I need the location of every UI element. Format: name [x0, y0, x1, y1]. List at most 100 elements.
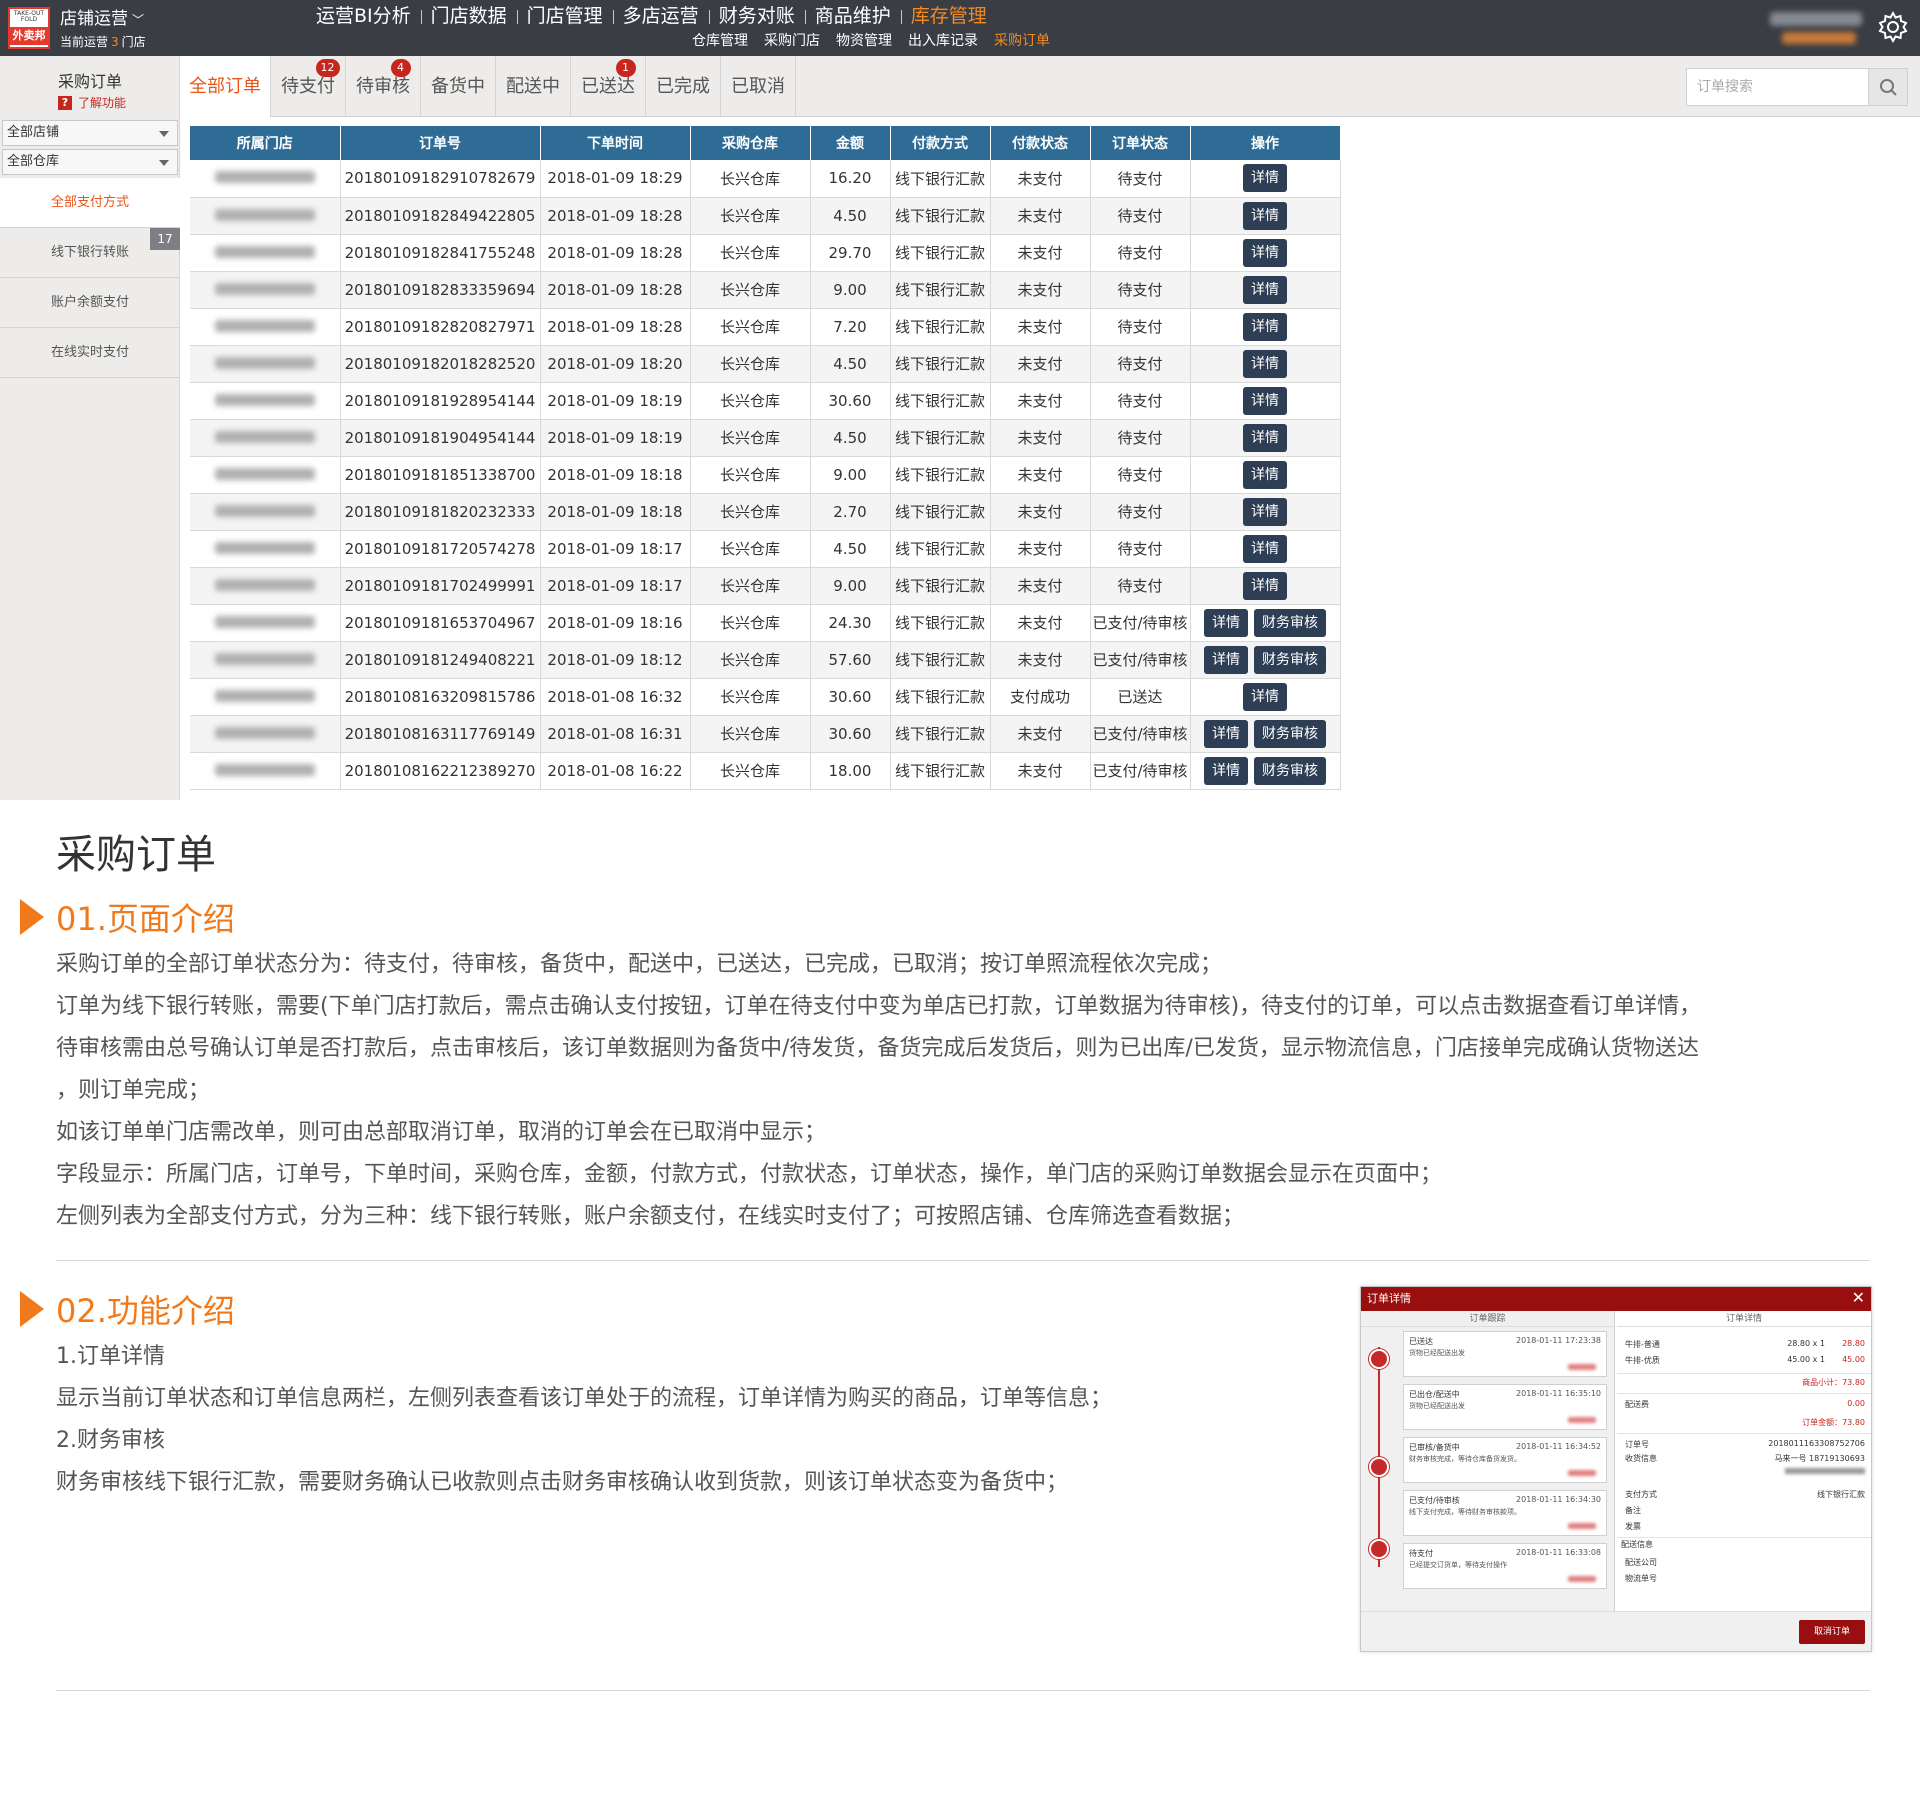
- sub-nav-item[interactable]: 采购门店: [756, 31, 828, 51]
- store-filter-select[interactable]: 全部店铺: [2, 120, 178, 146]
- table-row[interactable]: 20180109181820232333 2018-01-09 18:18 长兴仓库…: [190, 493, 1341, 531]
- cell-actions: 详情: [1190, 197, 1341, 235]
- paragraph-line: 订单为线下银行转账，需要(下单门店打款后，需点击确认支付按钮，订单在待支付中变为…: [56, 994, 1702, 1019]
- orders-table: 所属门店 订单号 下单时间 采购仓库 金额 付款方式 付款状态 订单状态 操作 20180109…: [190, 126, 1341, 790]
- tab-order-status[interactable]: 已送达 1: [571, 56, 646, 117]
- cell-actions: 详情: [1190, 382, 1341, 420]
- detail-button[interactable]: 详情: [1204, 608, 1248, 637]
- main-nav-item[interactable]: 财务对账: [708, 3, 805, 29]
- detail-button[interactable]: 详情: [1243, 386, 1287, 415]
- sub-nav-item[interactable]: 采购订单: [986, 31, 1058, 51]
- table-row[interactable]: 20180109182820827971 2018-01-09 18:28 长兴仓库…: [190, 308, 1341, 346]
- tab-order-status[interactable]: 待审核 4: [346, 56, 421, 117]
- cell-pay: 线下银行汇款: [890, 567, 991, 605]
- finance-audit-button[interactable]: 财务审核: [1254, 608, 1326, 637]
- detail-button[interactable]: 详情: [1243, 423, 1287, 452]
- table-row[interactable]: 20180109182841755248 2018-01-09 18:28 长兴仓库…: [190, 234, 1341, 272]
- main-nav-item[interactable]: 运营BI分析: [306, 3, 421, 29]
- paragraph-line: 如该订单单门店需改单，则可由总部取消订单，取消的订单会在已取消中显示；: [56, 1120, 827, 1145]
- search-button[interactable]: [1868, 68, 1908, 106]
- table-row[interactable]: 20180109181249408221 2018-01-09 18:12 长兴仓库…: [190, 641, 1341, 679]
- table-row[interactable]: 20180109181653704967 2018-01-09 18:16 长兴仓库…: [190, 604, 1341, 642]
- tab-order-status[interactable]: 备货中: [421, 56, 496, 117]
- user-info-blurred[interactable]: [1760, 8, 1880, 48]
- brand-logo[interactable]: TAKE-OUT FOLD 外卖邦: [8, 7, 50, 49]
- help-link[interactable]: ? 了解功能: [58, 94, 126, 111]
- table-row[interactable]: 20180109181928954144 2018-01-09 18:19 长兴仓库…: [190, 382, 1341, 420]
- table-row[interactable]: 20180109181851338700 2018-01-09 18:18 长兴仓库…: [190, 456, 1341, 494]
- detail-button[interactable]: 详情: [1243, 682, 1287, 711]
- tab-order-status[interactable]: 已取消: [721, 56, 796, 117]
- order-search-input[interactable]: [1686, 68, 1872, 106]
- table-row[interactable]: 20180108163209815786 2018-01-08 16:32 长兴仓库…: [190, 678, 1341, 716]
- cell-no: 20180109181904954144: [340, 419, 541, 457]
- column-header[interactable]: 订单号: [340, 126, 541, 160]
- section-1-heading: 01.页面介绍: [20, 894, 235, 940]
- tab-order-status[interactable]: 全部订单: [180, 56, 271, 117]
- blurred-address: [1785, 1468, 1865, 1474]
- finance-audit-button[interactable]: 财务审核: [1254, 645, 1326, 674]
- column-header[interactable]: 所属门店: [190, 126, 341, 160]
- cell-pstat: 未支付: [990, 456, 1091, 494]
- table-row[interactable]: 20180109181904954144 2018-01-09 18:19 长兴仓库…: [190, 419, 1341, 457]
- tab-order-status[interactable]: 已完成: [646, 56, 721, 117]
- tab-order-status[interactable]: 待支付 12: [271, 56, 346, 117]
- warehouse-filter-select[interactable]: 全部仓库: [2, 149, 178, 175]
- table-row[interactable]: 20180108162212389270 2018-01-08 16:22 长兴仓库…: [190, 752, 1341, 790]
- detail-button[interactable]: 详情: [1243, 534, 1287, 563]
- table-row[interactable]: 20180109182833359694 2018-01-09 18:28 长兴仓库…: [190, 271, 1341, 309]
- main-nav-item[interactable]: 门店数据: [420, 3, 517, 29]
- detail-button[interactable]: 详情: [1243, 312, 1287, 341]
- table-row[interactable]: 20180109181720574278 2018-01-09 18:17 长兴仓库…: [190, 530, 1341, 568]
- cell-time: 2018-01-08 16:32: [540, 678, 691, 716]
- finance-audit-button[interactable]: 财务审核: [1254, 756, 1326, 785]
- close-icon[interactable]: ✕: [1852, 1290, 1865, 1306]
- timeline-event: 已审核/备货中 2018-01-11 16:34:52 财务审核完成，等待仓库备货发…: [1403, 1437, 1607, 1483]
- paragraph-line: 采购订单的全部订单状态分为：待支付，待审核，备货中，配送中，已送达，已完成，已取…: [56, 952, 1223, 977]
- gear-icon[interactable]: [1876, 10, 1910, 44]
- main-nav-item[interactable]: 多店运营: [612, 3, 709, 29]
- column-header[interactable]: 采购仓库: [690, 126, 811, 160]
- detail-button[interactable]: 详情: [1204, 756, 1248, 785]
- table-row[interactable]: 20180109181702499991 2018-01-09 18:17 长兴仓库…: [190, 567, 1341, 605]
- cell-ostat: 待支付: [1090, 530, 1191, 568]
- column-header[interactable]: 金额: [810, 126, 891, 160]
- store-switch-dropdown[interactable]: 店铺运营 ﹀: [60, 4, 144, 29]
- detail-button[interactable]: 详情: [1243, 497, 1287, 526]
- column-header[interactable]: 付款状态: [990, 126, 1091, 160]
- sidebar-item-balance-payment[interactable]: 账户余额支付: [0, 278, 180, 328]
- column-header[interactable]: 下单时间: [540, 126, 691, 160]
- detail-button[interactable]: 详情: [1204, 719, 1248, 748]
- detail-button[interactable]: 详情: [1243, 460, 1287, 489]
- main-nav-item[interactable]: 门店管理: [516, 3, 613, 29]
- sidebar-item-bank-transfer[interactable]: 线下银行转账 17: [0, 228, 180, 278]
- count-badge: 17: [150, 228, 180, 250]
- table-row[interactable]: 20180108163117769149 2018-01-08 16:31 长兴仓库…: [190, 715, 1341, 753]
- detail-button[interactable]: 详情: [1243, 164, 1287, 193]
- table-row[interactable]: 2018010918291078267​9 2018-01-09 18:29 长兴仓…: [190, 160, 1341, 198]
- column-header[interactable]: 付款方式: [890, 126, 991, 160]
- sub-nav-item[interactable]: 物资管理: [828, 31, 900, 51]
- cell-amt: 30.60: [810, 715, 891, 753]
- table-row[interactable]: 20180109182849422805 2018-01-09 18:28 长兴仓库…: [190, 197, 1341, 235]
- detail-button[interactable]: 详情: [1243, 201, 1287, 230]
- detail-button[interactable]: 详情: [1243, 349, 1287, 378]
- tab-order-status[interactable]: 配送中: [496, 56, 571, 117]
- sidebar-item-all-payment[interactable]: 全部支付方式: [0, 178, 180, 228]
- sidebar-item-online-payment[interactable]: 在线实时支付: [0, 328, 180, 378]
- detail-button[interactable]: 详情: [1204, 645, 1248, 674]
- cancel-order-button[interactable]: 取消订单: [1799, 1620, 1865, 1644]
- detail-button[interactable]: 详情: [1243, 275, 1287, 304]
- column-header[interactable]: 订单状态: [1090, 126, 1191, 160]
- table-row[interactable]: 20180109182018282520 2018-01-09 18:20 长兴仓库…: [190, 345, 1341, 383]
- detail-button[interactable]: 详情: [1243, 238, 1287, 267]
- sub-nav-item[interactable]: 仓库管理: [684, 31, 756, 51]
- finance-audit-button[interactable]: 财务审核: [1254, 719, 1326, 748]
- main-nav-item[interactable]: 商品维护: [804, 3, 901, 29]
- sub-nav-item[interactable]: 出入库记录: [900, 31, 986, 51]
- column-header[interactable]: 操作: [1190, 126, 1341, 160]
- cell-amt: 18.00: [810, 752, 891, 790]
- main-nav-item[interactable]: 库存管理: [900, 3, 997, 29]
- cell-amt: 24.30: [810, 604, 891, 642]
- detail-button[interactable]: 详情: [1243, 571, 1287, 600]
